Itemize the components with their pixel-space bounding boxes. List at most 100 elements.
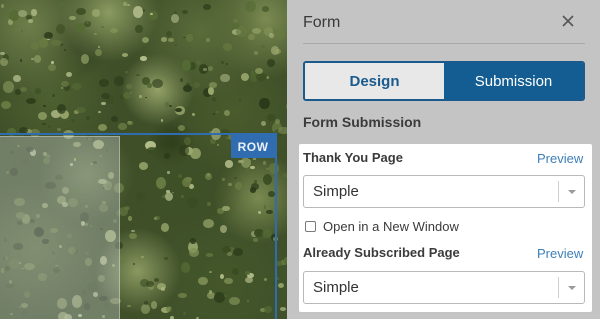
foliage-speck (203, 68, 208, 71)
foliage-speck (52, 93, 55, 97)
foliage-speck (208, 87, 215, 95)
thank-you-page-select[interactable]: Simple (303, 175, 585, 208)
foliage-speck (27, 63, 31, 67)
foliage-speck (232, 18, 238, 23)
foliage-speck (28, 18, 33, 24)
foliage-speck (72, 82, 82, 91)
foliage-speck (226, 63, 229, 65)
foliage-speck (0, 100, 12, 110)
foliage-speck (266, 113, 275, 122)
foliage-speck (110, 27, 118, 33)
foliage-speck (129, 91, 132, 94)
chevron-down-icon (559, 176, 584, 207)
foliage-speck (91, 9, 101, 17)
foliage-speck (98, 79, 109, 87)
foliage-speck (280, 198, 283, 201)
foliage-speck (255, 67, 263, 74)
foliage-speck (160, 119, 163, 122)
tab-submission[interactable]: Submission (444, 63, 583, 99)
foliage-speck (70, 118, 75, 122)
foliage-speck (186, 33, 193, 42)
foliage-speck (55, 23, 65, 34)
foliage-speck (170, 13, 179, 23)
foliage-speck (98, 111, 102, 114)
row-badge[interactable]: ROW (231, 135, 275, 158)
foliage-speck (208, 82, 218, 89)
foliage-speck (63, 48, 67, 52)
close-icon[interactable] (559, 12, 577, 30)
foliage-speck (270, 46, 279, 55)
row-selection-outline[interactable] (0, 133, 277, 319)
foliage-speck (66, 72, 73, 78)
open-new-window-label[interactable]: Open in a New Window (323, 219, 459, 234)
foliage-speck (280, 307, 287, 311)
foliage-speck (113, 76, 125, 86)
foliage-speck (124, 71, 129, 74)
foliage-speck (37, 111, 48, 120)
foliage-speck (206, 37, 210, 42)
foliage-speck (126, 4, 130, 7)
foliage-speck (35, 88, 42, 94)
foliage-speck (266, 58, 275, 68)
foliage-speck (51, 39, 62, 47)
foliage-speck (168, 37, 174, 43)
form-settings-panel: Form Design Submission Form Submission T… (287, 0, 600, 319)
foliage-speck (250, 71, 254, 74)
open-new-window-row: Open in a New Window (305, 219, 459, 234)
foliage-speck (57, 128, 61, 132)
foliage-speck (169, 104, 173, 108)
foliage-speck (160, 36, 168, 42)
foliage-speck (139, 56, 147, 61)
foliage-speck (85, 116, 91, 121)
foliage-speck (278, 126, 287, 134)
already-subscribed-page-value: Simple (313, 279, 359, 296)
foliage-speck (262, 6, 270, 12)
foliage-speck (118, 123, 127, 130)
foliage-speck (19, 86, 27, 93)
foliage-speck (173, 10, 177, 15)
foliage-speck (2, 81, 14, 93)
foliage-speck (20, 29, 24, 33)
foliage-speck (146, 83, 152, 88)
foliage-speck (220, 61, 224, 64)
foliage-speck (248, 34, 255, 40)
foliage-speck (25, 97, 37, 105)
already-subscribed-preview-link[interactable]: Preview (537, 246, 583, 261)
foliage-speck (259, 97, 270, 110)
foliage-speck (101, 102, 106, 106)
foliage-speck (15, 27, 19, 31)
foliage-speck (0, 4, 5, 9)
foliage-speck (126, 84, 133, 89)
foliage-speck (126, 120, 133, 125)
thank-you-preview-link[interactable]: Preview (537, 151, 583, 166)
foliage-speck (181, 9, 189, 15)
editor-canvas: ROW (0, 0, 287, 319)
already-subscribed-page-select[interactable]: Simple (303, 271, 585, 304)
foliage-speck (0, 51, 5, 56)
panel-divider (303, 43, 585, 44)
foliage-speck (166, 31, 173, 38)
foliage-speck (245, 0, 256, 13)
tab-design[interactable]: Design (305, 63, 444, 99)
panel-title: Form (303, 14, 341, 31)
open-new-window-checkbox[interactable] (305, 221, 316, 232)
foliage-speck (192, 113, 196, 117)
foliage-speck (47, 47, 52, 51)
foliage-speck (186, 82, 190, 86)
foliage-speck (261, 44, 265, 49)
foliage-speck (58, 2, 64, 7)
foliage-speck (76, 106, 86, 114)
foliage-speck (111, 115, 118, 122)
foliage-speck (274, 29, 286, 40)
thank-you-page-label: Thank You Page (303, 150, 403, 165)
foliage-speck (207, 65, 213, 71)
foliage-speck (122, 1, 128, 6)
foliage-speck (69, 15, 76, 21)
foliage-speck (277, 282, 284, 288)
foliage-speck (48, 63, 57, 72)
foliage-speck (42, 123, 46, 126)
foliage-speck (94, 32, 98, 36)
foliage-speck (144, 96, 147, 99)
foliage-speck (97, 46, 100, 49)
foliage-speck (215, 111, 219, 114)
